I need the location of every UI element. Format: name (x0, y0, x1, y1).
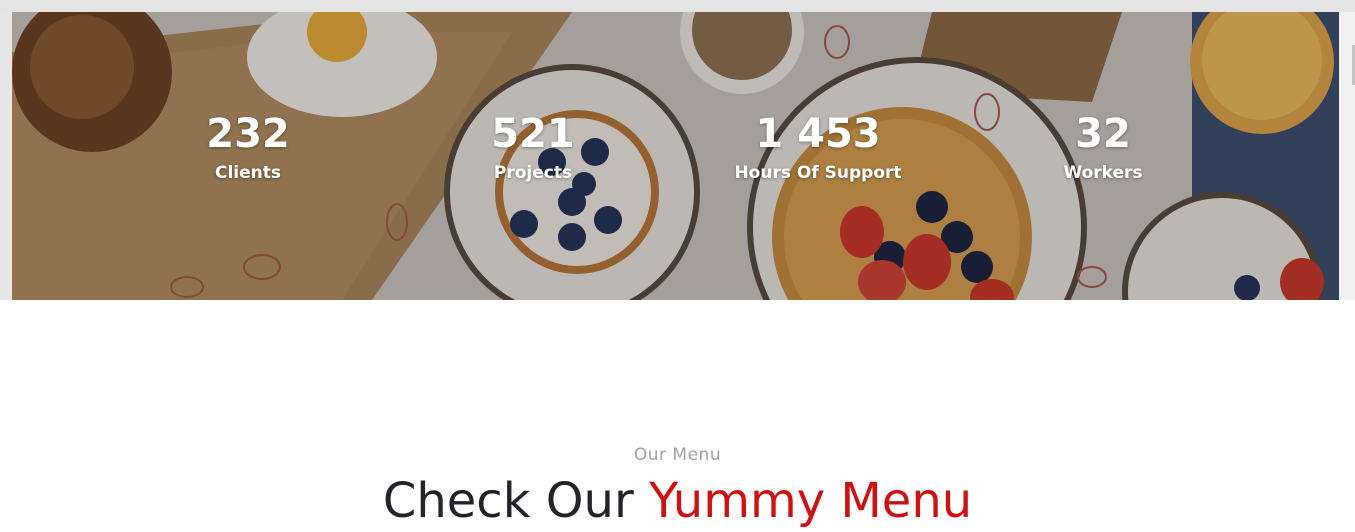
stat-value: 232 (206, 111, 290, 157)
stat-value: 32 (1075, 111, 1131, 157)
menu-section: Our Menu Check Our Yummy Menu (0, 300, 1355, 531)
stat-value: 1 453 (755, 111, 881, 157)
stat-clients: 232 Clients (118, 108, 378, 184)
stat-label: Clients (214, 163, 281, 183)
top-border (0, 0, 1355, 12)
stat-workers: 32 Workers (973, 108, 1233, 184)
left-border (0, 12, 12, 300)
heading-main-text: Check Our (382, 473, 634, 529)
stat-hours-of-support: 1 453 Hours Of Support (688, 108, 948, 184)
section-heading: Check Our Yummy Menu (0, 470, 1355, 532)
stat-label: Hours Of Support (734, 163, 902, 183)
stat-label: Projects (493, 163, 573, 183)
stats-section: 232 Clients 521 Projects 1 453 Hours Of … (12, 12, 1339, 300)
section-eyebrow: Our Menu (633, 445, 722, 465)
stat-value: 521 (491, 111, 575, 157)
stat-label: Workers (1063, 163, 1143, 183)
stat-projects: 521 Projects (403, 108, 663, 184)
heading-accent-text: Yummy Menu (648, 473, 973, 529)
